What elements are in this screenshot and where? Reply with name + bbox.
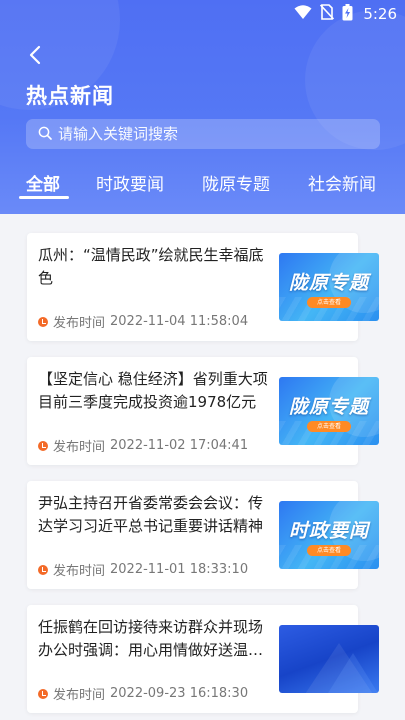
tab-bar: 全部 时政要闻 陇原专题 社会新闻 [0,166,405,206]
clock-icon [38,688,48,699]
news-thumbnail: 时政要闻 点击查看 [279,501,379,569]
publish-label: 发布时间 [53,564,106,579]
news-thumbnail: 陇原专题 点击查看 [279,377,379,445]
thumbnail-title: 陇原专题 [288,396,369,418]
status-bar: 5:26 [0,0,405,28]
chevron-left-icon [29,45,41,69]
tab-politics[interactable]: 时政要闻 [96,170,164,195]
publish-label: 发布时间 [53,316,106,331]
thumbnail-view-badge: 点击查看 [307,297,351,308]
publish-label: 发布时间 [53,440,106,455]
publish-time: 2022-09-23 16:18:30 [110,686,249,701]
clock-icon [38,316,48,327]
active-tab-indicator [19,196,69,199]
back-button[interactable] [22,44,48,70]
header: 5:26 热点新闻 全部 时政要闻 陇原专题 社会新闻 [0,0,405,214]
publish-time: 2022-11-02 17:04:41 [110,438,249,453]
news-card[interactable]: 瓜州：“温情民政”绘就民生幸福底色 发布时间 2022-11-04 11:58:… [27,233,379,341]
news-title: 【坚定信心 稳住经济】省列重大项目前三季度完成投资逾1978亿元 [38,370,268,411]
news-meta: 发布时间 2022-11-01 18:33:10 [38,560,248,579]
search-input[interactable] [58,125,380,143]
news-card[interactable]: 任振鹤在回访接待来访群众并现场办公时强调：用心用情做好送温暖工作 发布时间 20… [27,605,379,713]
news-card[interactable]: 尹弘主持召开省委常委会会议：传达学习习近平总书记重要讲话精神 发布时间 2022… [27,481,379,589]
publish-time: 2022-11-04 11:58:04 [110,314,249,329]
page-title: 热点新闻 [26,84,114,108]
publish-time: 2022-11-01 18:33:10 [110,562,249,577]
news-meta: 发布时间 2022-11-04 11:58:04 [38,312,248,331]
news-thumbnail [279,625,379,693]
news-meta: 发布时间 2022-11-02 17:04:41 [38,436,248,455]
search-icon [38,125,52,144]
no-sim-icon [320,4,335,24]
news-title: 尹弘主持召开省委常委会会议：传达学习习近平总书记重要讲话精神 [38,494,264,535]
news-card[interactable]: 【坚定信心 稳住经济】省列重大项目前三季度完成投资逾1978亿元 发布时间 20… [27,357,379,465]
tab-social-news[interactable]: 社会新闻 [308,170,376,195]
news-title: 任振鹤在回访接待来访群众并现场办公时强调：用心用情做好送温暖工作 [38,618,264,659]
search-bar[interactable] [26,119,380,149]
news-title: 瓜州：“温情民政”绘就民生幸福底色 [38,246,264,287]
battery-charging-icon [342,3,353,25]
news-thumbnail: 陇原专题 点击查看 [279,253,379,321]
clock-icon [38,440,48,451]
tab-longyuan-topics[interactable]: 陇原专题 [202,170,270,195]
thumbnail-title: 陇原专题 [288,272,369,294]
thumbnail-title: 时政要闻 [288,520,369,542]
publish-label: 发布时间 [53,688,106,703]
thumbnail-view-badge: 点击查看 [307,421,351,432]
tab-all[interactable]: 全部 [26,170,60,195]
status-time: 5:26 [363,5,397,23]
thumbnail-view-badge: 点击查看 [307,545,351,556]
news-meta: 发布时间 2022-09-23 16:18:30 [38,684,248,703]
clock-icon [38,564,48,575]
wifi-icon [294,4,312,24]
